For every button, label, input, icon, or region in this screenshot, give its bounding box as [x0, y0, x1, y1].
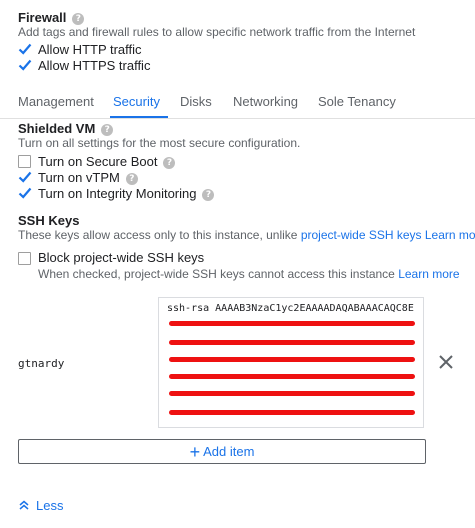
shielded-vm-title-text: Shielded VM [18, 121, 96, 136]
help-icon[interactable]: ? [125, 172, 138, 185]
allow-http-label[interactable]: Allow HTTP traffic [38, 42, 142, 57]
integrity-monitoring-label[interactable]: Turn on Integrity Monitoring [38, 186, 196, 201]
shielded-vm-title: Shielded VM? [18, 121, 114, 136]
remove-item-icon[interactable] [436, 352, 456, 372]
plus-icon: + [189, 442, 201, 462]
learn-more-link[interactable]: Learn more [425, 228, 475, 242]
checkbox-allow-https[interactable] [18, 58, 32, 71]
tab-security[interactable]: Security [113, 94, 160, 109]
less-label: Less [36, 498, 64, 513]
add-item-label: Add item [203, 444, 255, 459]
add-item-button[interactable]: + Add item [18, 439, 426, 464]
help-icon[interactable]: ? [202, 188, 215, 201]
allow-https-label[interactable]: Allow HTTPS traffic [38, 58, 150, 73]
vtpm-option: Turn on vTPM? [38, 170, 138, 185]
redaction-mark [169, 374, 415, 379]
redaction-mark [169, 321, 415, 326]
tab-networking[interactable]: Networking [233, 94, 298, 109]
checkmark-icon [18, 187, 32, 199]
project-wide-ssh-keys-link[interactable]: project-wide SSH keys [301, 228, 422, 242]
less-toggle[interactable]: Less [18, 498, 63, 513]
checkbox-secure-boot[interactable] [18, 155, 31, 168]
ssh-username: gtnardy [18, 357, 65, 370]
checkbox-block-project-wide-keys[interactable] [18, 252, 31, 265]
vtpm-label[interactable]: Turn on vTPM [38, 170, 120, 185]
ssh-keys-description: These keys allow access only to this ins… [18, 228, 475, 242]
firewall-title: Firewall? [18, 10, 85, 25]
ssh-key-first-line: ssh-rsa AAAAB3NzaC1yc2EAAAADAQABAAACAQC8… [167, 303, 414, 314]
block-keys-hint-text: When checked, project-wide SSH keys cann… [38, 267, 395, 281]
tab-sole-tenancy[interactable]: Sole Tenancy [318, 94, 396, 109]
checkbox-vtpm[interactable] [18, 170, 32, 183]
ssh-keys-description-text: These keys allow access only to this ins… [18, 228, 301, 242]
integrity-monitoring-option: Turn on Integrity Monitoring? [38, 186, 215, 201]
ssh-keys-title: SSH Keys [18, 213, 80, 228]
checkbox-allow-http[interactable] [18, 42, 32, 55]
checkmark-icon [18, 59, 32, 71]
ssh-key-textarea[interactable]: ssh-rsa AAAAB3NzaC1yc2EAAAADAQABAAACAQC8… [158, 297, 424, 428]
tab-management[interactable]: Management [18, 94, 94, 109]
block-project-wide-keys-label[interactable]: Block project-wide SSH keys [38, 250, 204, 265]
secure-boot-label[interactable]: Turn on Secure Boot [38, 154, 157, 169]
firewall-title-text: Firewall [18, 10, 67, 25]
firewall-description: Add tags and firewall rules to allow spe… [18, 25, 416, 39]
double-chevron-up-icon [19, 500, 29, 510]
redaction-mark [169, 340, 415, 345]
redaction-mark [169, 357, 415, 362]
checkbox-integrity-monitoring[interactable] [18, 186, 32, 199]
learn-more-link-2[interactable]: Learn more [398, 267, 459, 281]
help-icon[interactable]: ? [101, 123, 114, 136]
redaction-mark [169, 410, 415, 415]
tab-disks[interactable]: Disks [180, 94, 212, 109]
tab-bar: Management Security Disks Networking Sol… [0, 90, 475, 119]
redaction-mark [169, 391, 415, 396]
help-icon[interactable]: ? [72, 12, 85, 25]
shielded-vm-description: Turn on all settings for the most secure… [18, 136, 301, 150]
checkmark-icon [18, 171, 32, 183]
block-keys-hint: When checked, project-wide SSH keys cann… [38, 267, 460, 281]
secure-boot-option: Turn on Secure Boot? [38, 154, 176, 169]
checkmark-icon [18, 43, 32, 55]
active-tab-indicator [110, 116, 168, 118]
help-icon[interactable]: ? [163, 156, 176, 169]
